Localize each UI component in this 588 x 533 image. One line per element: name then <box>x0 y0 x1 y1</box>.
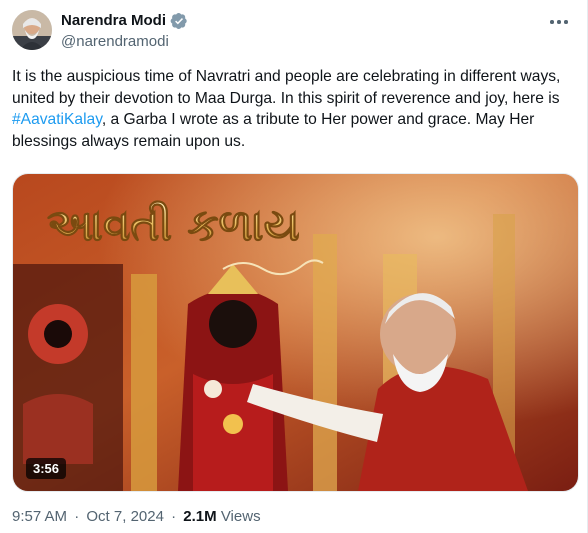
author-name[interactable]: Narendra Modi <box>61 11 166 30</box>
author-info: Narendra Modi @narendramodi <box>61 11 188 51</box>
verified-badge-icon <box>170 12 188 30</box>
meta-separator: · <box>74 508 80 525</box>
tweet-time[interactable]: 9:57 AM <box>12 508 67 525</box>
video-thumbnail: આવતી કળાય <box>13 174 578 491</box>
hashtag-link[interactable]: #AavatiKalay <box>12 111 102 128</box>
meta-separator: · <box>171 508 177 525</box>
video-duration-badge: 3:56 <box>26 458 67 479</box>
tweet-header: Narendra Modi @narendramodi <box>12 10 575 54</box>
tweet-metadata: 9:57 AM · Oct 7, 2024 · 2.1M Views <box>12 507 261 527</box>
video-player[interactable]: આવતી કળાય 3:56 <box>12 173 579 492</box>
tweet-text: It is the auspicious time of Navratri an… <box>12 66 572 152</box>
video-title-text: આવતી કળાય <box>47 200 300 251</box>
views-label: Views <box>220 508 261 525</box>
avatar[interactable] <box>12 10 52 50</box>
author-handle[interactable]: @narendramodi <box>61 32 188 51</box>
tweet-card: Narendra Modi @narendramodi It is the au… <box>0 0 588 533</box>
tweet-date[interactable]: Oct 7, 2024 <box>86 508 164 525</box>
views-count: 2.1M <box>183 508 217 525</box>
tweet-text-before: It is the auspicious time of Navratri an… <box>12 68 561 107</box>
more-options-icon[interactable] <box>545 12 573 32</box>
